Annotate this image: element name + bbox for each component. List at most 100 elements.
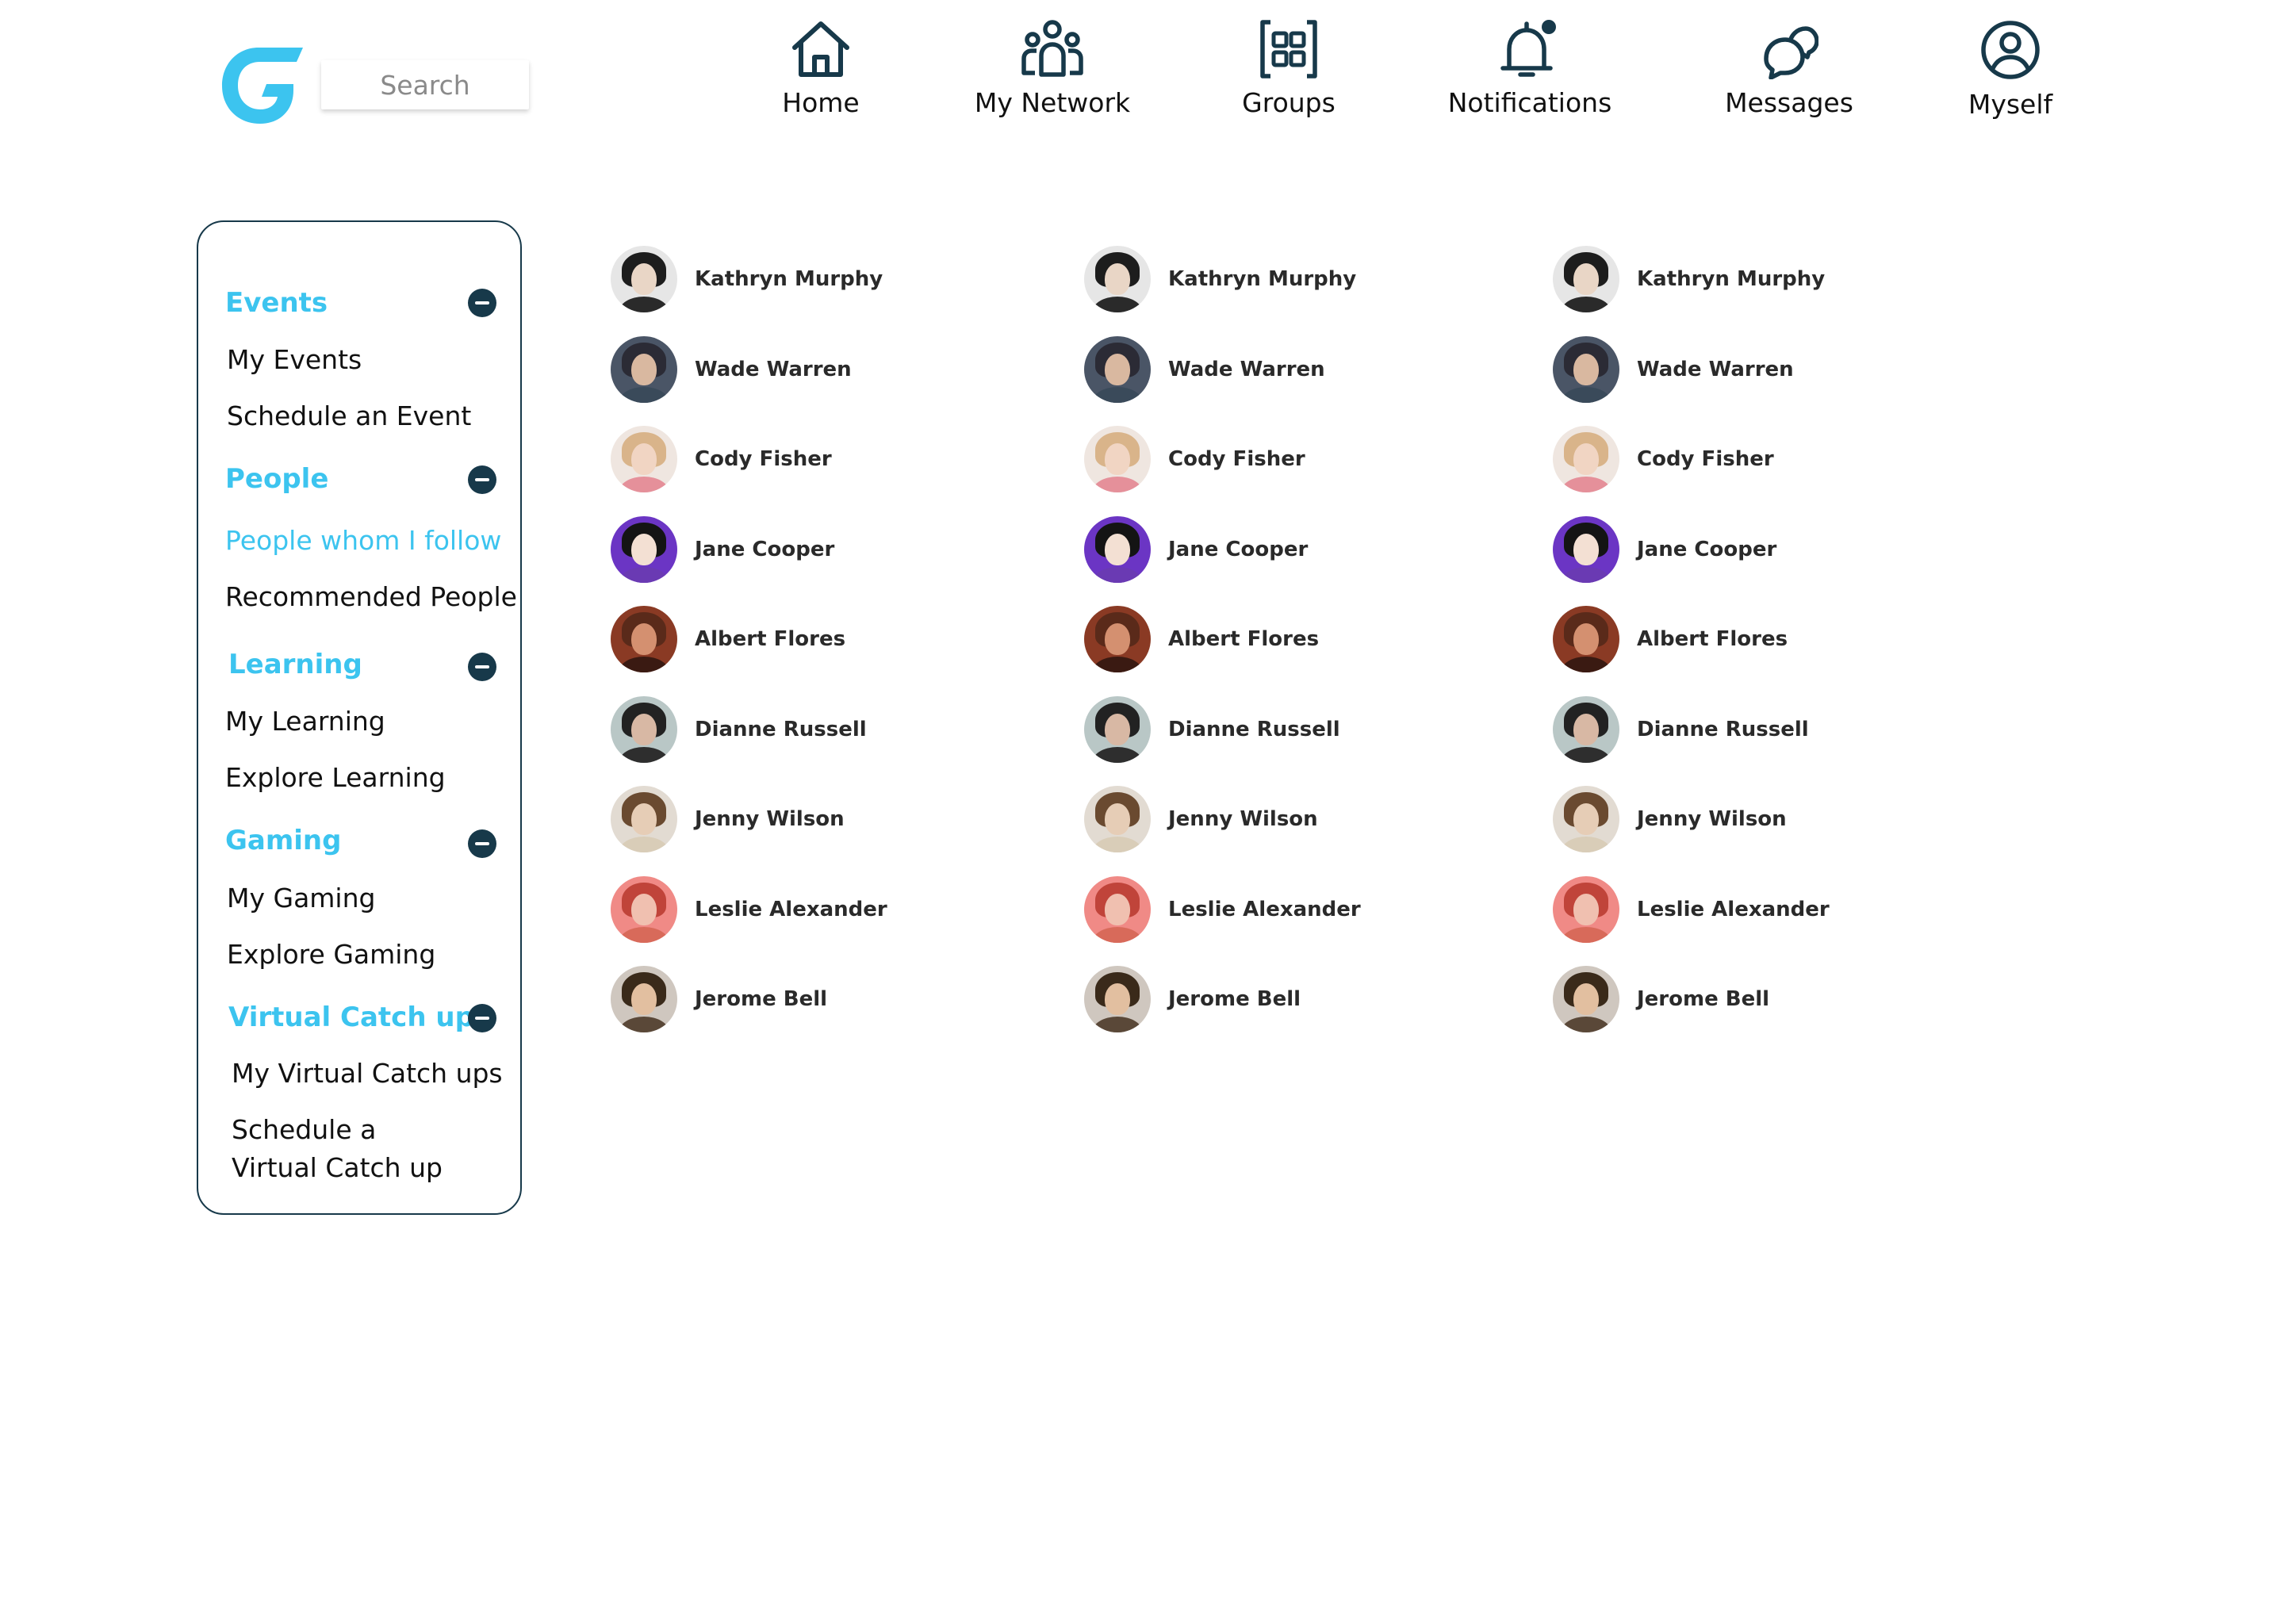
person-item[interactable]: Jane Cooper — [1553, 515, 1776, 583]
person-name[interactable]: Leslie Alexander — [1168, 898, 1361, 921]
sidebar-item-my-gaming[interactable]: My Gaming — [227, 879, 375, 917]
person-item[interactable]: Kathryn Murphy — [611, 246, 883, 312]
person-item[interactable]: Jenny Wilson — [1084, 786, 1318, 852]
avatar[interactable] — [611, 966, 677, 1032]
sidebar-item-explore-gaming[interactable]: Explore Gaming — [227, 936, 435, 974]
avatar[interactable] — [611, 606, 677, 672]
nav-messages[interactable]: Messages — [1718, 24, 1861, 118]
person-name[interactable]: Jenny Wilson — [695, 807, 845, 831]
person-item[interactable]: Albert Flores — [611, 606, 845, 672]
avatar[interactable] — [1084, 246, 1151, 312]
person-item[interactable]: Jenny Wilson — [611, 786, 845, 852]
sidebar-item-recommended-people[interactable]: Recommended People — [225, 578, 517, 616]
sidebar-item-people-follow[interactable]: People whom I follow — [225, 522, 501, 560]
collapse-events-icon[interactable] — [468, 289, 496, 317]
sidebar-item-my-events[interactable]: My Events — [227, 341, 362, 379]
section-learning-title[interactable]: Learning — [228, 649, 362, 680]
search-input[interactable] — [321, 60, 529, 109]
person-name[interactable]: Albert Flores — [1168, 627, 1319, 651]
person-item[interactable]: Albert Flores — [1084, 606, 1319, 672]
person-name[interactable]: Wade Warren — [1637, 358, 1794, 381]
person-name[interactable]: Albert Flores — [1637, 627, 1788, 651]
person-item[interactable]: Kathryn Murphy — [1553, 246, 1825, 312]
person-name[interactable]: Leslie Alexander — [1637, 898, 1830, 921]
avatar[interactable] — [1553, 335, 1619, 403]
search-box[interactable] — [321, 60, 529, 109]
person-item[interactable]: Cody Fisher — [1553, 426, 1774, 492]
section-events-title[interactable]: Events — [225, 287, 328, 319]
person-name[interactable]: Cody Fisher — [695, 447, 832, 471]
person-item[interactable]: Leslie Alexander — [1084, 875, 1361, 943]
person-item[interactable]: Cody Fisher — [611, 426, 832, 492]
person-name[interactable]: Jane Cooper — [1168, 538, 1308, 561]
avatar[interactable] — [1084, 695, 1151, 763]
avatar[interactable] — [611, 786, 677, 852]
person-item[interactable]: Wade Warren — [611, 335, 852, 403]
avatar[interactable] — [1084, 335, 1151, 403]
avatar[interactable] — [1553, 695, 1619, 763]
nav-myself[interactable]: Myself — [1968, 19, 2052, 120]
avatar[interactable] — [1553, 515, 1619, 583]
person-item[interactable]: Jerome Bell — [1553, 966, 1769, 1032]
avatar[interactable] — [1553, 246, 1619, 312]
nav-notifications[interactable]: Notifications — [1448, 19, 1611, 118]
person-item[interactable]: Leslie Alexander — [1553, 875, 1830, 943]
person-name[interactable]: Jane Cooper — [1637, 538, 1776, 561]
person-name[interactable]: Jerome Bell — [1168, 987, 1301, 1011]
avatar[interactable] — [1084, 606, 1151, 672]
person-name[interactable]: Dianne Russell — [1168, 718, 1340, 741]
avatar[interactable] — [1084, 786, 1151, 852]
person-item[interactable]: Wade Warren — [1553, 335, 1794, 403]
avatar[interactable] — [1553, 606, 1619, 672]
sidebar-item-my-learning[interactable]: My Learning — [225, 703, 385, 741]
person-name[interactable]: Wade Warren — [1168, 358, 1325, 381]
nav-groups[interactable]: Groups — [1241, 19, 1336, 118]
avatar[interactable] — [1553, 966, 1619, 1032]
person-name[interactable]: Cody Fisher — [1168, 447, 1305, 471]
person-item[interactable]: Cody Fisher — [1084, 426, 1305, 492]
sidebar-item-explore-learning[interactable]: Explore Learning — [225, 759, 446, 797]
nav-my-network[interactable]: My Network — [973, 19, 1132, 118]
avatar[interactable] — [1084, 875, 1151, 943]
collapse-learning-icon[interactable] — [468, 653, 496, 681]
avatar[interactable] — [1553, 875, 1619, 943]
avatar[interactable] — [611, 875, 677, 943]
person-name[interactable]: Jane Cooper — [695, 538, 834, 561]
person-name[interactable]: Kathryn Murphy — [1637, 267, 1825, 291]
avatar[interactable] — [1084, 426, 1151, 492]
person-item[interactable]: Jerome Bell — [1084, 966, 1301, 1032]
collapse-virtual-catchups-icon[interactable] — [468, 1004, 496, 1032]
avatar[interactable] — [611, 335, 677, 403]
avatar[interactable] — [1553, 786, 1619, 852]
collapse-gaming-icon[interactable] — [468, 829, 496, 858]
person-name[interactable]: Dianne Russell — [695, 718, 867, 741]
avatar[interactable] — [1084, 515, 1151, 583]
person-item[interactable]: Dianne Russell — [1084, 695, 1340, 763]
person-name[interactable]: Jerome Bell — [1637, 987, 1769, 1011]
nav-home[interactable]: Home — [782, 19, 860, 118]
avatar[interactable] — [1084, 966, 1151, 1032]
app-logo[interactable] — [220, 46, 305, 125]
sidebar-item-my-virtual-catchups[interactable]: My Virtual Catch ups — [232, 1055, 503, 1093]
person-item[interactable]: Leslie Alexander — [611, 875, 887, 943]
person-name[interactable]: Kathryn Murphy — [695, 267, 883, 291]
person-name[interactable]: Jerome Bell — [695, 987, 827, 1011]
avatar[interactable] — [611, 695, 677, 763]
section-gaming-title[interactable]: Gaming — [225, 825, 341, 856]
section-virtual-catchups-title[interactable]: Virtual Catch ups — [228, 1002, 490, 1033]
person-item[interactable]: Kathryn Murphy — [1084, 246, 1356, 312]
avatar[interactable] — [611, 426, 677, 492]
person-name[interactable]: Jenny Wilson — [1168, 807, 1318, 831]
person-item[interactable]: Jerome Bell — [611, 966, 827, 1032]
person-item[interactable]: Albert Flores — [1553, 606, 1788, 672]
collapse-people-icon[interactable] — [468, 465, 496, 494]
person-item[interactable]: Jenny Wilson — [1553, 786, 1787, 852]
person-item[interactable]: Dianne Russell — [611, 695, 867, 763]
person-name[interactable]: Cody Fisher — [1637, 447, 1774, 471]
person-name[interactable]: Leslie Alexander — [695, 898, 887, 921]
person-name[interactable]: Kathryn Murphy — [1168, 267, 1356, 291]
person-name[interactable]: Dianne Russell — [1637, 718, 1809, 741]
section-people-title[interactable]: People — [225, 463, 328, 495]
person-item[interactable]: Wade Warren — [1084, 335, 1325, 403]
avatar[interactable] — [1553, 426, 1619, 492]
